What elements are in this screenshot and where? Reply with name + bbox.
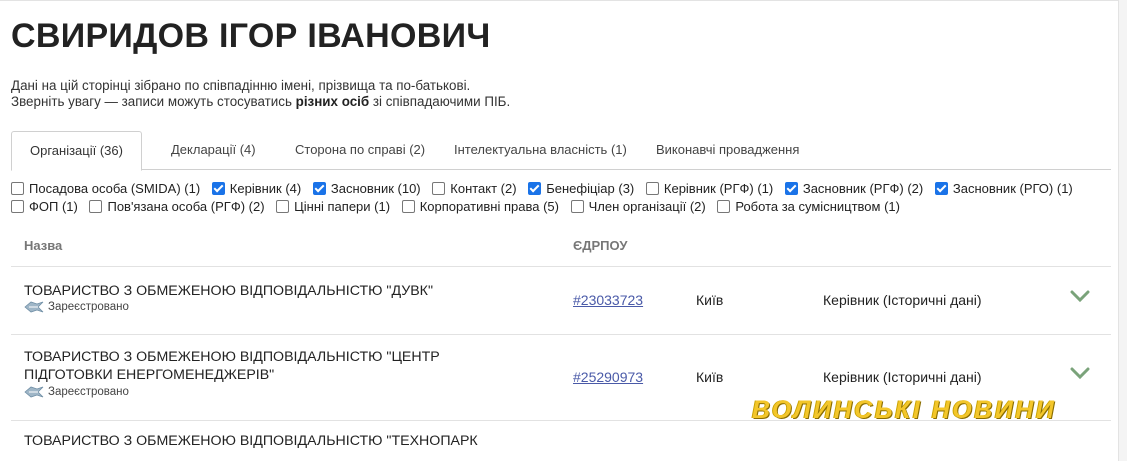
chevron-down-icon[interactable]	[1070, 289, 1090, 308]
note-text: Зверніть увагу — записи можуть стосувати…	[11, 94, 296, 109]
filter-member[interactable]: Член організації (2)	[570, 199, 706, 214]
edrpou-link[interactable]: #23033723	[573, 292, 643, 308]
filter-head[interactable]: Керівник (4)	[211, 181, 302, 196]
filter-founder[interactable]: Засновник (10)	[312, 181, 421, 196]
table-header: Назва ЄДРПОУ	[11, 226, 1111, 267]
filter-label: Керівник (4)	[229, 181, 302, 196]
status-text: Зареєстровано	[48, 301, 129, 313]
filter-related-rgf[interactable]: Пов'язана особа (РГФ) (2)	[89, 199, 265, 214]
checkbox[interactable]	[312, 182, 326, 195]
filter-head-rgf[interactable]: Керівник (РГФ) (1)	[645, 181, 774, 196]
filter-fop[interactable]: ФОП (1)	[11, 199, 78, 214]
org-name[interactable]: ТОВАРИСТВО З ОБМЕЖЕНОЮ ВІДПОВІДАЛЬНІСТЮ …	[24, 348, 504, 384]
filter-label: Член організації (2)	[588, 199, 706, 214]
filter-label: ФОП (1)	[29, 199, 78, 214]
tab-organizations[interactable]: Організації (36)	[11, 131, 142, 171]
role: Керівник (Історичні дані)	[823, 369, 982, 385]
filter-label: Засновник (РГФ) (2)	[802, 181, 924, 196]
watermark-logo: ВОЛИНСЬКІ НОВИНИ	[752, 396, 1057, 424]
filter-label: Контакт (2)	[450, 181, 517, 196]
checkbox[interactable]	[717, 200, 731, 213]
tabs-bar: Організації (36) Декларації (4) Сторона …	[11, 131, 1111, 171]
note-text: зі співпадаючими ПІБ.	[369, 94, 511, 109]
checkbox[interactable]	[211, 182, 225, 195]
checkbox[interactable]	[11, 200, 24, 213]
filter-label: Пов'язана особа (РГФ) (2)	[107, 199, 265, 214]
checkbox[interactable]	[89, 200, 103, 213]
checkbox[interactable]	[401, 200, 415, 213]
checkbox[interactable]	[570, 200, 584, 213]
page-title: СВИРИДОВ ІГОР ІВАНОВИЧ	[11, 17, 491, 55]
filter-beneficiary[interactable]: Бенефіціар (3)	[528, 181, 634, 196]
tab-intellectual-property[interactable]: Інтелектуальна власність (1)	[454, 131, 627, 169]
filter-founder-rgf[interactable]: Засновник (РГФ) (2)	[784, 181, 924, 196]
note-emphasis: різних осіб	[295, 94, 370, 109]
checkbox[interactable]	[645, 182, 659, 195]
filter-label: Посадова особа (SMIDA) (1)	[29, 181, 201, 196]
note-line-2: Зверніть увагу — записи можуть стосувати…	[11, 94, 510, 110]
status-text: Зареєстровано	[48, 386, 129, 398]
filter-row: ФОП (1) Пов'язана особа (РГФ) (2) Цінні …	[11, 199, 1111, 217]
tab-court-party[interactable]: Сторона по справі (2)	[295, 131, 425, 169]
org-name[interactable]: ТОВАРИСТВО З ОБМЕЖЕНОЮ ВІДПОВІДАЛЬНІСТЮ …	[24, 432, 524, 450]
column-header-name: Назва	[24, 238, 63, 253]
edrpou-link[interactable]: #25290973	[573, 369, 643, 385]
filter-label: Засновник (10)	[330, 181, 421, 196]
person-card: СВИРИДОВ ІГОР ІВАНОВИЧ Дані на цій сторі…	[0, 0, 1119, 461]
chevron-down-icon[interactable]	[1070, 366, 1090, 385]
column-header-code: ЄДРПОУ	[573, 238, 628, 253]
status-badge: Зареєстровано	[24, 386, 129, 398]
checkbox[interactable]	[11, 182, 24, 195]
filter-label: Цінні папери (1)	[294, 199, 391, 214]
filter-label: Керівник (РГФ) (1)	[663, 181, 774, 196]
org-name[interactable]: ТОВАРИСТВО З ОБМЕЖЕНОЮ ВІДПОВІДАЛЬНІСТЮ …	[24, 282, 524, 300]
filter-part-time[interactable]: Робота за сумісництвом (1)	[717, 199, 900, 214]
filter-row: Посадова особа (SMIDA) (1) Керівник (4) …	[11, 181, 1111, 199]
filter-founder-rgo[interactable]: Засновник (РГО) (1)	[934, 181, 1073, 196]
city: Київ	[696, 292, 724, 308]
registered-stamp-icon	[24, 386, 44, 398]
city: Київ	[696, 369, 724, 385]
status-badge: Зареєстровано	[24, 301, 129, 313]
checkbox[interactable]	[528, 182, 542, 195]
filter-label: Робота за сумісництвом (1)	[735, 199, 900, 214]
disclaimer-note: Дані на цій сторінці зібрано по співпаді…	[11, 78, 510, 110]
checkbox[interactable]	[784, 182, 798, 195]
filter-label: Корпоративні права (5)	[419, 199, 559, 214]
tab-enforcement[interactable]: Виконавчі провадження	[656, 131, 799, 169]
role-filters: Посадова особа (SMIDA) (1) Керівник (4) …	[11, 181, 1111, 217]
filter-label: Засновник (РГО) (1)	[952, 181, 1073, 196]
registered-stamp-icon	[24, 301, 44, 313]
filter-label: Бенефіціар (3)	[546, 181, 635, 196]
table-row[interactable]: ТОВАРИСТВО З ОБМЕЖЕНОЮ ВІДПОВІДАЛЬНІСТЮ …	[11, 267, 1111, 335]
checkbox[interactable]	[934, 182, 948, 195]
role: Керівник (Історичні дані)	[823, 292, 982, 308]
filter-securities[interactable]: Цінні папери (1)	[276, 199, 390, 214]
tab-declarations[interactable]: Декларації (4)	[171, 131, 256, 169]
note-line-1: Дані на цій сторінці зібрано по співпаді…	[11, 78, 471, 93]
filter-contact[interactable]: Контакт (2)	[432, 181, 517, 196]
filter-smida[interactable]: Посадова особа (SMIDA) (1)	[11, 181, 200, 196]
table-row[interactable]: ТОВАРИСТВО З ОБМЕЖЕНОЮ ВІДПОВІДАЛЬНІСТЮ …	[11, 421, 1111, 461]
checkbox[interactable]	[276, 200, 290, 213]
filter-corporate-rights[interactable]: Корпоративні права (5)	[401, 199, 559, 214]
checkbox[interactable]	[432, 182, 446, 195]
